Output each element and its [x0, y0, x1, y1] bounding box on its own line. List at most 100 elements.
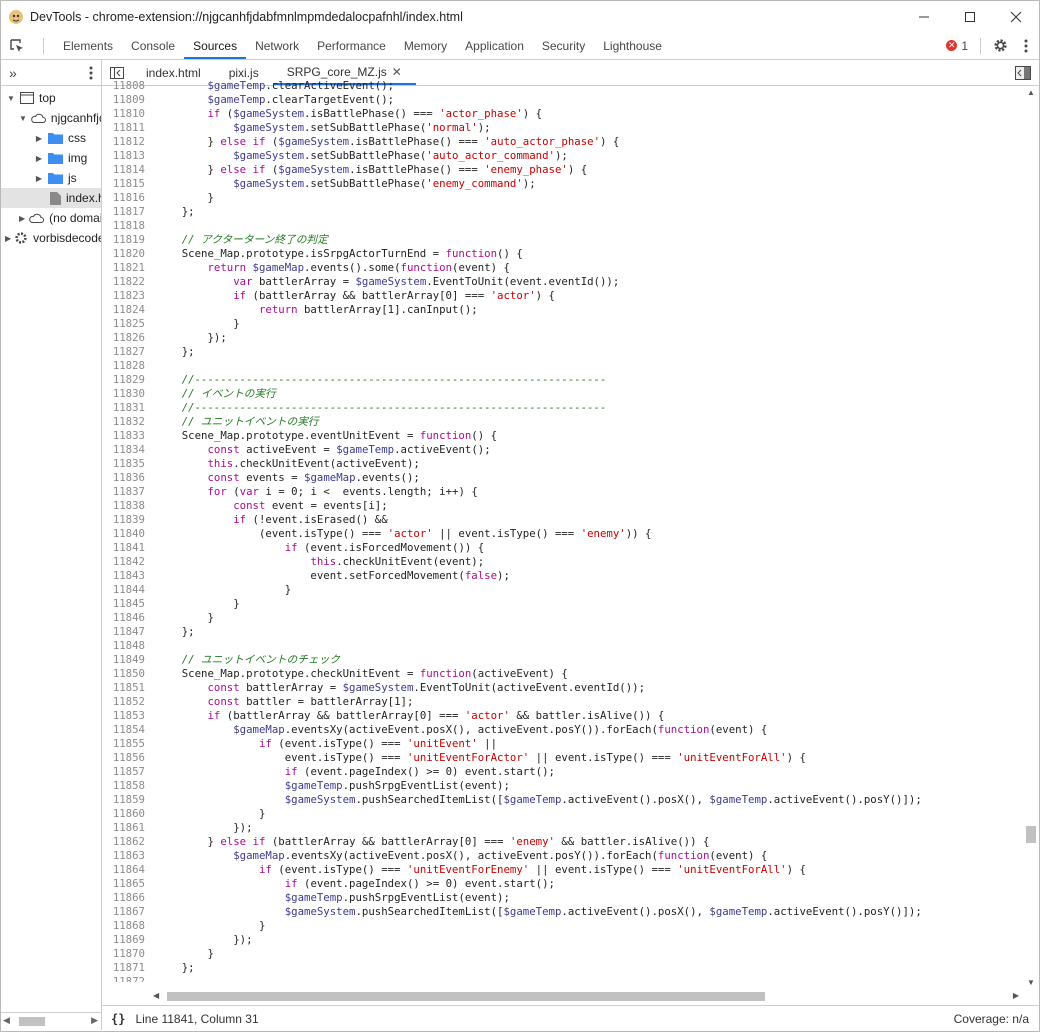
line-number[interactable]: 11830 — [102, 387, 150, 401]
code-line[interactable]: 11809 $gameTemp.clearTargetEvent(); — [102, 93, 1023, 107]
code-line[interactable]: 11822 var battlerArray = $gameSystem.Eve… — [102, 275, 1023, 289]
code-line[interactable]: 11813 $gameSystem.setSubBattlePhase('aut… — [102, 149, 1023, 163]
sidebar-scroll-thumb[interactable] — [19, 1017, 45, 1026]
inspect-element-button[interactable] — [1, 32, 33, 59]
code-line[interactable]: 11834 const activeEvent = $gameTemp.acti… — [102, 443, 1023, 457]
collapsed-arrow-icon[interactable]: ▶ — [33, 154, 45, 163]
code-line[interactable]: 11835 this.checkUnitEvent(activeEvent); — [102, 457, 1023, 471]
vertical-scroll-thumb[interactable] — [1026, 826, 1036, 843]
collapsed-arrow-icon[interactable]: ▶ — [33, 174, 45, 183]
code-line[interactable]: 11861 }); — [102, 821, 1023, 835]
code-line[interactable]: 11837 for (var i = 0; i < events.length;… — [102, 485, 1023, 499]
line-number[interactable]: 11841 — [102, 541, 150, 555]
line-number[interactable]: 11814 — [102, 163, 150, 177]
code-line[interactable]: 11833 Scene_Map.prototype.eventUnitEvent… — [102, 429, 1023, 443]
tab-application[interactable]: Application — [456, 32, 533, 59]
line-number[interactable]: 11819 — [102, 233, 150, 247]
tree-item-top[interactable]: ▼ top — [1, 88, 101, 108]
code-line[interactable]: 11852 const battler = battlerArray[1]; — [102, 695, 1023, 709]
line-number[interactable]: 11858 — [102, 779, 150, 793]
line-number[interactable]: 11867 — [102, 905, 150, 919]
code-line[interactable]: 11827 }; — [102, 345, 1023, 359]
error-counter[interactable]: ✕ 1 — [946, 39, 968, 53]
scroll-right-icon[interactable]: ▶ — [1013, 991, 1019, 1000]
line-number[interactable]: 11854 — [102, 723, 150, 737]
code-line[interactable]: 11820 Scene_Map.prototype.isSrpgActorTur… — [102, 247, 1023, 261]
line-number[interactable]: 11857 — [102, 765, 150, 779]
line-number[interactable]: 11864 — [102, 863, 150, 877]
tree-item-njgcanhfjdabfmnlmpmdedalocpafnhl[interactable]: ▼ njgcanhfjdabfmnlmpmdedalocpafnhl — [1, 108, 101, 128]
line-number[interactable]: 11872 — [102, 975, 150, 982]
code-line[interactable]: 11855 if (event.isType() === 'unitEvent'… — [102, 737, 1023, 751]
code-line[interactable]: 11832 // ユニットイベントの実行 — [102, 415, 1023, 429]
tab-network[interactable]: Network — [246, 32, 308, 59]
tree-item-css[interactable]: ▶ css — [1, 128, 101, 148]
code-line[interactable]: 11838 const event = events[i]; — [102, 499, 1023, 513]
line-number[interactable]: 11848 — [102, 639, 150, 653]
code-line[interactable]: 11815 $gameSystem.setSubBattlePhase('ene… — [102, 177, 1023, 191]
pretty-print-button[interactable]: {} — [111, 1012, 125, 1026]
line-number[interactable]: 11840 — [102, 527, 150, 541]
code-line[interactable]: 11829 //--------------------------------… — [102, 373, 1023, 387]
line-number[interactable]: 11851 — [102, 681, 150, 695]
sidebar-menu-icon[interactable] — [89, 66, 93, 80]
line-number[interactable]: 11835 — [102, 457, 150, 471]
more-tabs-chevron-icon[interactable]: » — [9, 65, 17, 81]
editor-vertical-scrollbar[interactable]: ▲ ▼ — [1023, 86, 1039, 989]
code-line[interactable]: 11841 if (event.isForcedMovement()) { — [102, 541, 1023, 555]
code-line[interactable]: 11840 (event.isType() === 'actor' || eve… — [102, 527, 1023, 541]
line-number[interactable]: 11812 — [102, 135, 150, 149]
line-number[interactable]: 11828 — [102, 359, 150, 373]
tree-item--no-domain-[interactable]: ▶ (no domain) — [1, 208, 101, 228]
code-line[interactable]: 11845 } — [102, 597, 1023, 611]
line-number[interactable]: 11813 — [102, 149, 150, 163]
line-number[interactable]: 11836 — [102, 471, 150, 485]
line-number[interactable]: 11817 — [102, 205, 150, 219]
tab-console[interactable]: Console — [122, 32, 184, 59]
code-line[interactable]: 11860 } — [102, 807, 1023, 821]
maximize-button[interactable] — [947, 1, 993, 32]
code-line[interactable]: 11836 const events = $gameMap.events(); — [102, 471, 1023, 485]
line-number[interactable]: 11826 — [102, 331, 150, 345]
expanded-arrow-icon[interactable]: ▼ — [19, 114, 27, 123]
code-line[interactable]: 11870 } — [102, 947, 1023, 961]
code-line[interactable]: 11830 // イベントの実行 — [102, 387, 1023, 401]
code-line[interactable]: 11826 }); — [102, 331, 1023, 345]
code-line[interactable]: 11854 $gameMap.eventsXy(activeEvent.posX… — [102, 723, 1023, 737]
scroll-up-icon[interactable]: ▲ — [1027, 88, 1035, 97]
close-tab-icon[interactable]: ✕ — [392, 65, 402, 79]
code-line[interactable]: 11843 event.setForcedMovement(false); — [102, 569, 1023, 583]
line-number[interactable]: 11868 — [102, 919, 150, 933]
line-number[interactable]: 11853 — [102, 709, 150, 723]
tree-item-index-html[interactable]: index.html — [1, 188, 101, 208]
line-number[interactable]: 11824 — [102, 303, 150, 317]
code-line[interactable]: 11848 — [102, 639, 1023, 653]
tab-memory[interactable]: Memory — [395, 32, 456, 59]
scroll-left-icon[interactable]: ◀ — [3, 1015, 10, 1026]
line-number[interactable]: 11829 — [102, 373, 150, 387]
line-number[interactable]: 11833 — [102, 429, 150, 443]
scroll-down-icon[interactable]: ▼ — [1027, 978, 1035, 987]
code-line[interactable]: 11816 } — [102, 191, 1023, 205]
code-editor[interactable]: 11808 $gameTemp.clearActiveEvent(); 11809… — [102, 79, 1023, 982]
code-line[interactable]: 11844 } — [102, 583, 1023, 597]
line-number[interactable]: 11855 — [102, 737, 150, 751]
line-number[interactable]: 11852 — [102, 695, 150, 709]
code-line[interactable]: 11828 — [102, 359, 1023, 373]
line-number[interactable]: 11861 — [102, 821, 150, 835]
line-number[interactable]: 11865 — [102, 877, 150, 891]
minimize-button[interactable] — [901, 1, 947, 32]
code-line[interactable]: 11869 }); — [102, 933, 1023, 947]
code-line[interactable]: 11831 //--------------------------------… — [102, 401, 1023, 415]
code-line[interactable]: 11821 return $gameMap.events().some(func… — [102, 261, 1023, 275]
line-number[interactable]: 11818 — [102, 219, 150, 233]
code-line[interactable]: 11858 $gameTemp.pushSrpgEventList(event)… — [102, 779, 1023, 793]
line-number[interactable]: 11808 — [102, 79, 150, 93]
tab-performance[interactable]: Performance — [308, 32, 395, 59]
line-number[interactable]: 11847 — [102, 625, 150, 639]
code-line[interactable]: 11864 if (event.isType() === 'unitEventF… — [102, 863, 1023, 877]
code-line[interactable]: 11825 } — [102, 317, 1023, 331]
code-line[interactable]: 11871 }; — [102, 961, 1023, 975]
code-line[interactable]: 11851 const battlerArray = $gameSystem.E… — [102, 681, 1023, 695]
code-line[interactable]: 11846 } — [102, 611, 1023, 625]
